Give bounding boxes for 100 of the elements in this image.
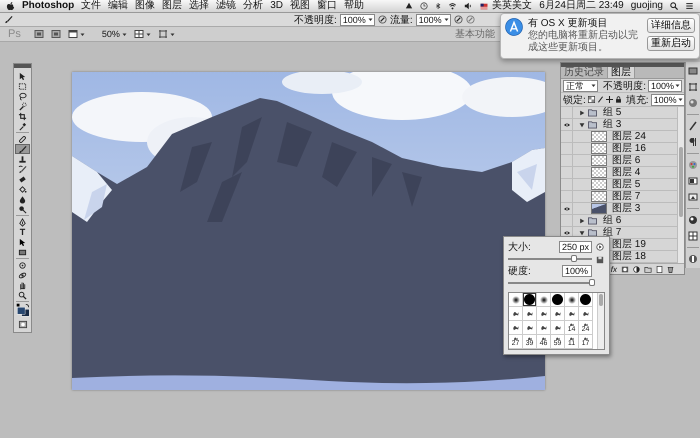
fill-field[interactable]: 100%	[650, 94, 685, 106]
menu-item[interactable]: 帮助	[344, 0, 364, 12]
frame-icon[interactable]	[688, 192, 698, 202]
app-menu[interactable]: Photoshop	[22, 0, 74, 12]
layer-name[interactable]: 图层 7	[612, 191, 640, 202]
effects-button[interactable]: fx	[610, 264, 617, 274]
menu-item[interactable]: 3D	[270, 0, 284, 12]
palette-icon[interactable]	[688, 160, 698, 170]
brush-tip[interactable]	[537, 293, 551, 307]
panel-icon[interactable]	[688, 176, 698, 186]
mask-icon[interactable]	[621, 266, 629, 272]
layer-name[interactable]: 图层 3	[612, 203, 640, 214]
scrollbar[interactable]	[677, 107, 684, 263]
scrollbar[interactable]	[597, 293, 604, 349]
grid-icon[interactable]	[688, 231, 698, 241]
brush-tip[interactable]	[551, 293, 565, 307]
brush-tip[interactable]	[523, 307, 537, 321]
user-name[interactable]: guojing	[630, 0, 663, 12]
square-icon[interactable]	[34, 29, 44, 39]
screen-mode-button[interactable]	[68, 29, 85, 39]
brush-tip[interactable]	[509, 293, 523, 307]
type-tool[interactable]: T	[15, 227, 30, 237]
workspace-label[interactable]: 基本功能	[455, 27, 495, 41]
brush-tip[interactable]	[523, 321, 537, 335]
layer-name[interactable]: 组 6	[603, 215, 622, 226]
disclosure-triangle-icon[interactable]	[579, 230, 585, 236]
menu-item[interactable]: 编辑	[108, 0, 128, 12]
slider-thumb[interactable]	[570, 255, 577, 262]
panel-tab[interactable]: 历史记录	[561, 67, 608, 78]
clock-icon[interactable]	[420, 2, 428, 10]
layer-name[interactable]: 组 5	[603, 107, 622, 118]
brush-tip[interactable]	[565, 307, 579, 321]
lock-icon[interactable]	[614, 96, 622, 103]
brush-tip[interactable]	[523, 293, 537, 307]
brush-tip[interactable]	[537, 307, 551, 321]
opacity-field[interactable]: 100%	[648, 80, 682, 92]
menu-item[interactable]: 视图	[290, 0, 310, 12]
brush-tip[interactable]	[509, 321, 523, 335]
half-circle-icon[interactable]	[633, 266, 640, 272]
brush-tip[interactable]	[565, 293, 579, 307]
brush-tip[interactable]	[537, 321, 551, 335]
visibility-toggle[interactable]	[561, 119, 573, 130]
blend-mode-select[interactable]: 正常	[563, 80, 598, 92]
brush-lock-icon[interactable]	[596, 96, 604, 103]
gear-icon[interactable]	[596, 243, 604, 251]
new-page-icon[interactable]	[656, 266, 663, 272]
menu-item[interactable]: 滤镜	[216, 0, 236, 12]
triangle-icon[interactable]	[405, 2, 414, 10]
menu-item[interactable]: 图像	[135, 0, 156, 12]
brush-tip[interactable]	[551, 321, 565, 335]
notification-button[interactable]: 详细信息	[647, 18, 695, 33]
zoom-menu[interactable]: 50%	[102, 29, 127, 39]
brush-tip[interactable]	[551, 307, 565, 321]
flag-icon[interactable]	[479, 2, 490, 10]
panel-tab[interactable]: 图层	[608, 67, 635, 78]
frame-icon[interactable]	[688, 82, 698, 92]
hardness-slider[interactable]	[508, 279, 592, 286]
brush-tip[interactable]	[579, 307, 593, 321]
notification-button[interactable]: 重新启动	[647, 36, 695, 51]
layer-name[interactable]: 组 7	[603, 227, 622, 238]
layer-name[interactable]: 图层 16	[612, 143, 646, 154]
quick-mask-icon[interactable]	[18, 320, 28, 329]
disclosure-triangle-icon[interactable]	[579, 110, 585, 116]
folder-icon[interactable]	[644, 266, 652, 272]
menu-clock[interactable]: 6月24日周二 23:49	[539, 0, 624, 12]
visibility-toggle[interactable]	[561, 203, 573, 214]
value-field[interactable]: 100%	[340, 14, 375, 26]
brush-icon[interactable]	[4, 15, 13, 24]
speaker-icon[interactable]	[464, 2, 472, 10]
extras-button[interactable]	[158, 29, 175, 39]
layer-name[interactable]: 图层 6	[612, 155, 640, 166]
hardness-field[interactable]: 100%	[562, 265, 592, 277]
disclosure-triangle-icon[interactable]	[579, 122, 585, 128]
color-swatches-icon[interactable]	[16, 303, 30, 317]
list-icon[interactable]	[685, 2, 694, 10]
layer-name[interactable]: 图层 5	[612, 179, 640, 190]
layer-name[interactable]: 组 3	[603, 119, 622, 130]
save-icon[interactable]	[596, 256, 604, 264]
menu-item[interactable]: 选择	[189, 0, 210, 12]
bluetooth-icon[interactable]	[435, 2, 442, 10]
pilcrow-shape-icon[interactable]	[688, 137, 698, 147]
disclosure-triangle-icon[interactable]	[579, 218, 585, 224]
square-icon[interactable]	[50, 29, 61, 39]
brush-tip[interactable]	[509, 307, 523, 321]
checker-lock-icon[interactable]	[588, 96, 595, 103]
brush-tool[interactable]	[15, 144, 30, 154]
layer-name[interactable]: 图层 18	[612, 251, 646, 262]
value-field[interactable]: 100%	[416, 14, 451, 26]
layer-name[interactable]: 图层 4	[612, 167, 640, 178]
size-field[interactable]: 250 px	[558, 241, 592, 253]
brush-icon[interactable]	[688, 121, 698, 131]
trash-icon[interactable]	[667, 266, 674, 272]
menu-item[interactable]: 图层	[162, 0, 182, 12]
layer-name[interactable]: 图层 19	[612, 239, 646, 250]
airbrush-icon[interactable]	[378, 15, 387, 24]
arrange-button[interactable]	[134, 29, 151, 39]
slider-thumb[interactable]	[589, 279, 595, 286]
wifi-icon[interactable]	[448, 2, 458, 10]
brush-tip[interactable]	[579, 293, 593, 307]
sphere-icon[interactable]	[688, 254, 698, 264]
